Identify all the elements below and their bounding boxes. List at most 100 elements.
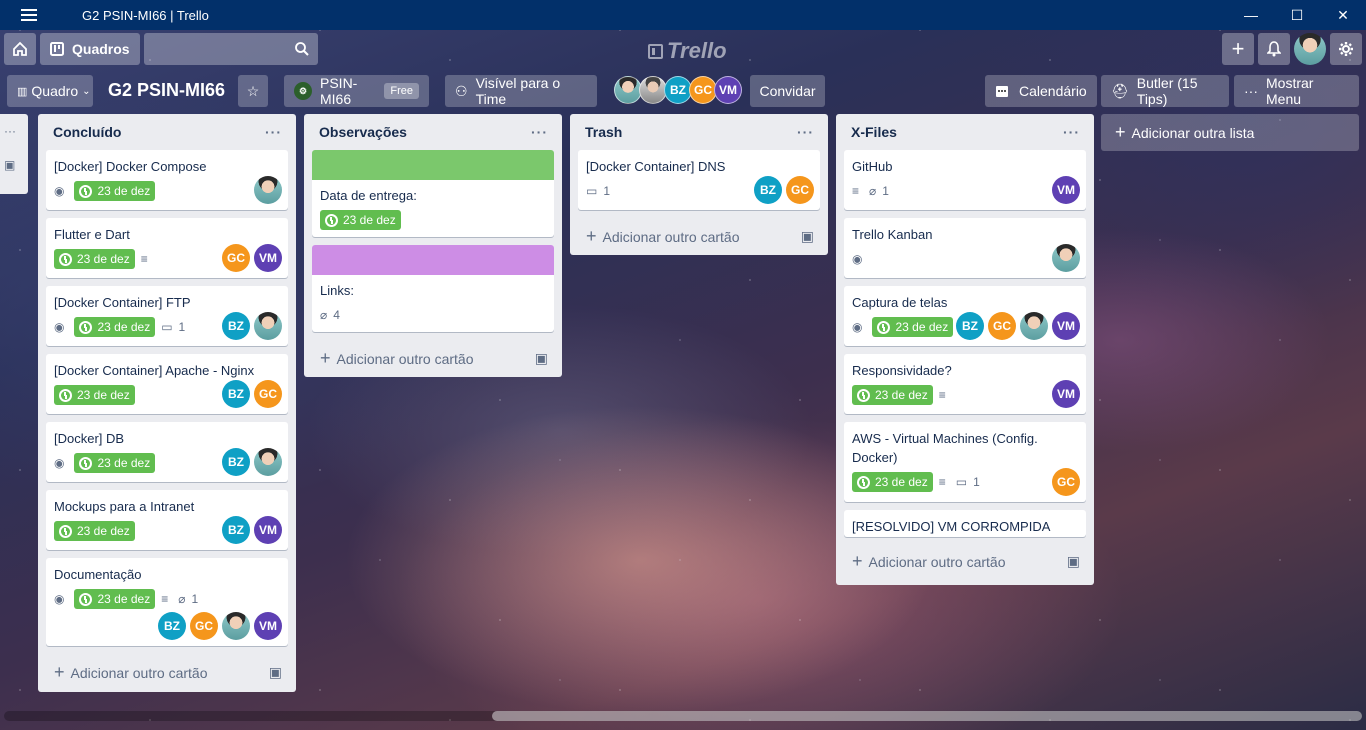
close-window-button[interactable]: ✕: [1320, 0, 1366, 30]
card[interactable]: [Docker Container] DNS ▭ 1 BZ GC: [578, 150, 820, 210]
member-avatar-gc[interactable]: GC: [190, 612, 218, 640]
visibility-button[interactable]: ⚇ Visível para o Time: [445, 75, 597, 107]
list-menu-icon[interactable]: ···: [4, 124, 24, 138]
card-template-icon[interactable]: ▣: [269, 664, 282, 681]
trello-logo-text: Trello: [667, 38, 727, 63]
member-avatar-gc[interactable]: GC: [988, 312, 1016, 340]
settings-button[interactable]: [1330, 33, 1362, 65]
home-button[interactable]: [4, 33, 36, 65]
member-avatar-vm[interactable]: VM: [1052, 312, 1080, 340]
member-avatar-vm[interactable]: VM: [254, 244, 282, 272]
card[interactable]: [Docker] DB ◉ 23 de dez BZ: [46, 422, 288, 482]
card[interactable]: Flutter e Dart 23 de dez ≡ GC VM: [46, 218, 288, 278]
butler-label: Butler (15 Tips): [1136, 75, 1198, 107]
star-board-button[interactable]: ☆: [238, 75, 268, 107]
more-dots-icon: ···: [1244, 83, 1258, 99]
member-avatar[interactable]: [222, 612, 250, 640]
card[interactable]: Data de entrega: 23 de dez: [312, 150, 554, 237]
card[interactable]: GitHub ≡ ⌀ 1 VM: [844, 150, 1086, 210]
show-menu-button[interactable]: ··· Mostrar Menu: [1234, 75, 1359, 107]
add-card-button[interactable]: + Adicionar outro cartão ▣: [46, 654, 288, 690]
card[interactable]: AWS - Virtual Machines (Config. Docker) …: [844, 422, 1086, 502]
add-card-button[interactable]: + Adicionar outro cartão ▣: [312, 340, 554, 376]
member-avatar-bz[interactable]: BZ: [222, 516, 250, 544]
member-avatar[interactable]: [639, 76, 667, 104]
member-avatar-bz[interactable]: BZ: [956, 312, 984, 340]
hamburger-menu-icon[interactable]: [0, 0, 58, 30]
member-avatar-vm[interactable]: VM: [254, 612, 282, 640]
scrollbar-thumb[interactable]: [492, 711, 1362, 721]
list-title[interactable]: Observações: [319, 124, 407, 140]
add-card-button[interactable]: + Adicionar outro cartão ▣: [844, 543, 1086, 579]
member-avatar[interactable]: [614, 76, 642, 104]
member-avatar-bz[interactable]: BZ: [664, 76, 692, 104]
member-avatar[interactable]: [1020, 312, 1048, 340]
member-avatar-vm[interactable]: VM: [1052, 176, 1080, 204]
minimize-button[interactable]: —: [1228, 0, 1274, 30]
team-button[interactable]: ⚙ PSIN-MI66 Free: [284, 75, 429, 107]
member-avatar-vm[interactable]: VM: [254, 516, 282, 544]
board-view-label: Quadro: [31, 83, 79, 99]
member-avatar[interactable]: [254, 448, 282, 476]
list-title[interactable]: X-Files: [851, 124, 897, 140]
member-avatar-gc[interactable]: GC: [222, 244, 250, 272]
plus-icon: +: [1115, 122, 1126, 142]
board-view-switcher[interactable]: ▥ Quadro ⌄: [7, 75, 93, 107]
butler-button[interactable]: ⛑ Butler (15 Tips): [1101, 75, 1229, 107]
member-avatar-bz[interactable]: BZ: [222, 448, 250, 476]
team-icon: ⚙: [294, 82, 312, 100]
card-template-icon[interactable]: ▣: [535, 350, 548, 367]
member-avatar-gc[interactable]: GC: [689, 76, 717, 104]
create-button[interactable]: +: [1222, 33, 1254, 65]
calendar-button[interactable]: Calendário: [985, 75, 1097, 107]
board-members: BZ GC VM: [614, 76, 742, 104]
member-avatar-bz[interactable]: BZ: [222, 312, 250, 340]
member-avatar-bz[interactable]: BZ: [158, 612, 186, 640]
list-menu-icon[interactable]: ···: [797, 124, 814, 140]
card-template-icon[interactable]: ▣: [801, 228, 814, 245]
comments-count: 1: [603, 184, 611, 198]
member-avatar-vm[interactable]: VM: [714, 76, 742, 104]
card-template-icon[interactable]: ▣: [4, 158, 24, 172]
notifications-button[interactable]: [1258, 33, 1290, 65]
horizontal-scrollbar[interactable]: [4, 711, 1362, 721]
list-menu-icon[interactable]: ···: [265, 124, 282, 140]
card[interactable]: Mockups para a Intranet 23 de dez BZ VM: [46, 490, 288, 550]
boards-button[interactable]: Quadros: [40, 33, 140, 65]
card[interactable]: [Docker] Docker Compose ◉ 23 de dez: [46, 150, 288, 210]
card-template-icon[interactable]: ▣: [1067, 553, 1080, 570]
add-card-label: Adicionar outro cartão: [868, 553, 1006, 570]
member-avatar[interactable]: [1052, 244, 1080, 272]
card-title: Captura de telas: [852, 295, 948, 310]
list-menu-icon[interactable]: ···: [531, 124, 548, 140]
trello-logo[interactable]: Trello: [648, 38, 727, 64]
card[interactable]: Trello Kanban ◉: [844, 218, 1086, 278]
user-avatar[interactable]: [1294, 33, 1326, 65]
card[interactable]: Documentação ◉ 23 de dez ≡ ⌀ 1 BZ GC VM: [46, 558, 288, 646]
card[interactable]: Links: ⌀ 4: [312, 245, 554, 332]
member-avatar-bz[interactable]: BZ: [222, 380, 250, 408]
add-card-button[interactable]: + Adicionar outro cartão ▣: [578, 218, 820, 254]
card[interactable]: [RESOLVIDO] VM CORROMPIDA: [844, 510, 1086, 537]
maximize-button[interactable]: ☐: [1274, 0, 1320, 30]
card[interactable]: [Docker Container] Apache - Nginx 23 de …: [46, 354, 288, 414]
search-input[interactable]: [143, 33, 318, 65]
invite-button[interactable]: Convidar: [750, 75, 825, 107]
card[interactable]: Responsividade? 23 de dez ≡ VM: [844, 354, 1086, 414]
list-title[interactable]: Concluído: [53, 124, 121, 140]
list-title[interactable]: Trash: [585, 124, 622, 140]
member-avatar-gc[interactable]: GC: [1052, 468, 1080, 496]
card[interactable]: Captura de telas ◉ 23 de dez BZ GC VM: [844, 286, 1086, 346]
card[interactable]: [Docker Container] FTP ◉ 23 de dez ▭ 1 BZ: [46, 286, 288, 346]
add-list-button[interactable]: + Adicionar outra lista: [1101, 114, 1359, 151]
member-avatar-gc[interactable]: GC: [786, 176, 814, 204]
member-avatar-vm[interactable]: VM: [1052, 380, 1080, 408]
board-title[interactable]: G2 PSIN-MI66: [108, 80, 225, 101]
member-avatar-bz[interactable]: BZ: [754, 176, 782, 204]
member-avatar[interactable]: [254, 312, 282, 340]
list-menu-icon[interactable]: ···: [1063, 124, 1080, 140]
card-title: Responsividade?: [852, 363, 952, 378]
clock-icon: [59, 252, 72, 266]
member-avatar-gc[interactable]: GC: [254, 380, 282, 408]
member-avatar[interactable]: [254, 176, 282, 204]
